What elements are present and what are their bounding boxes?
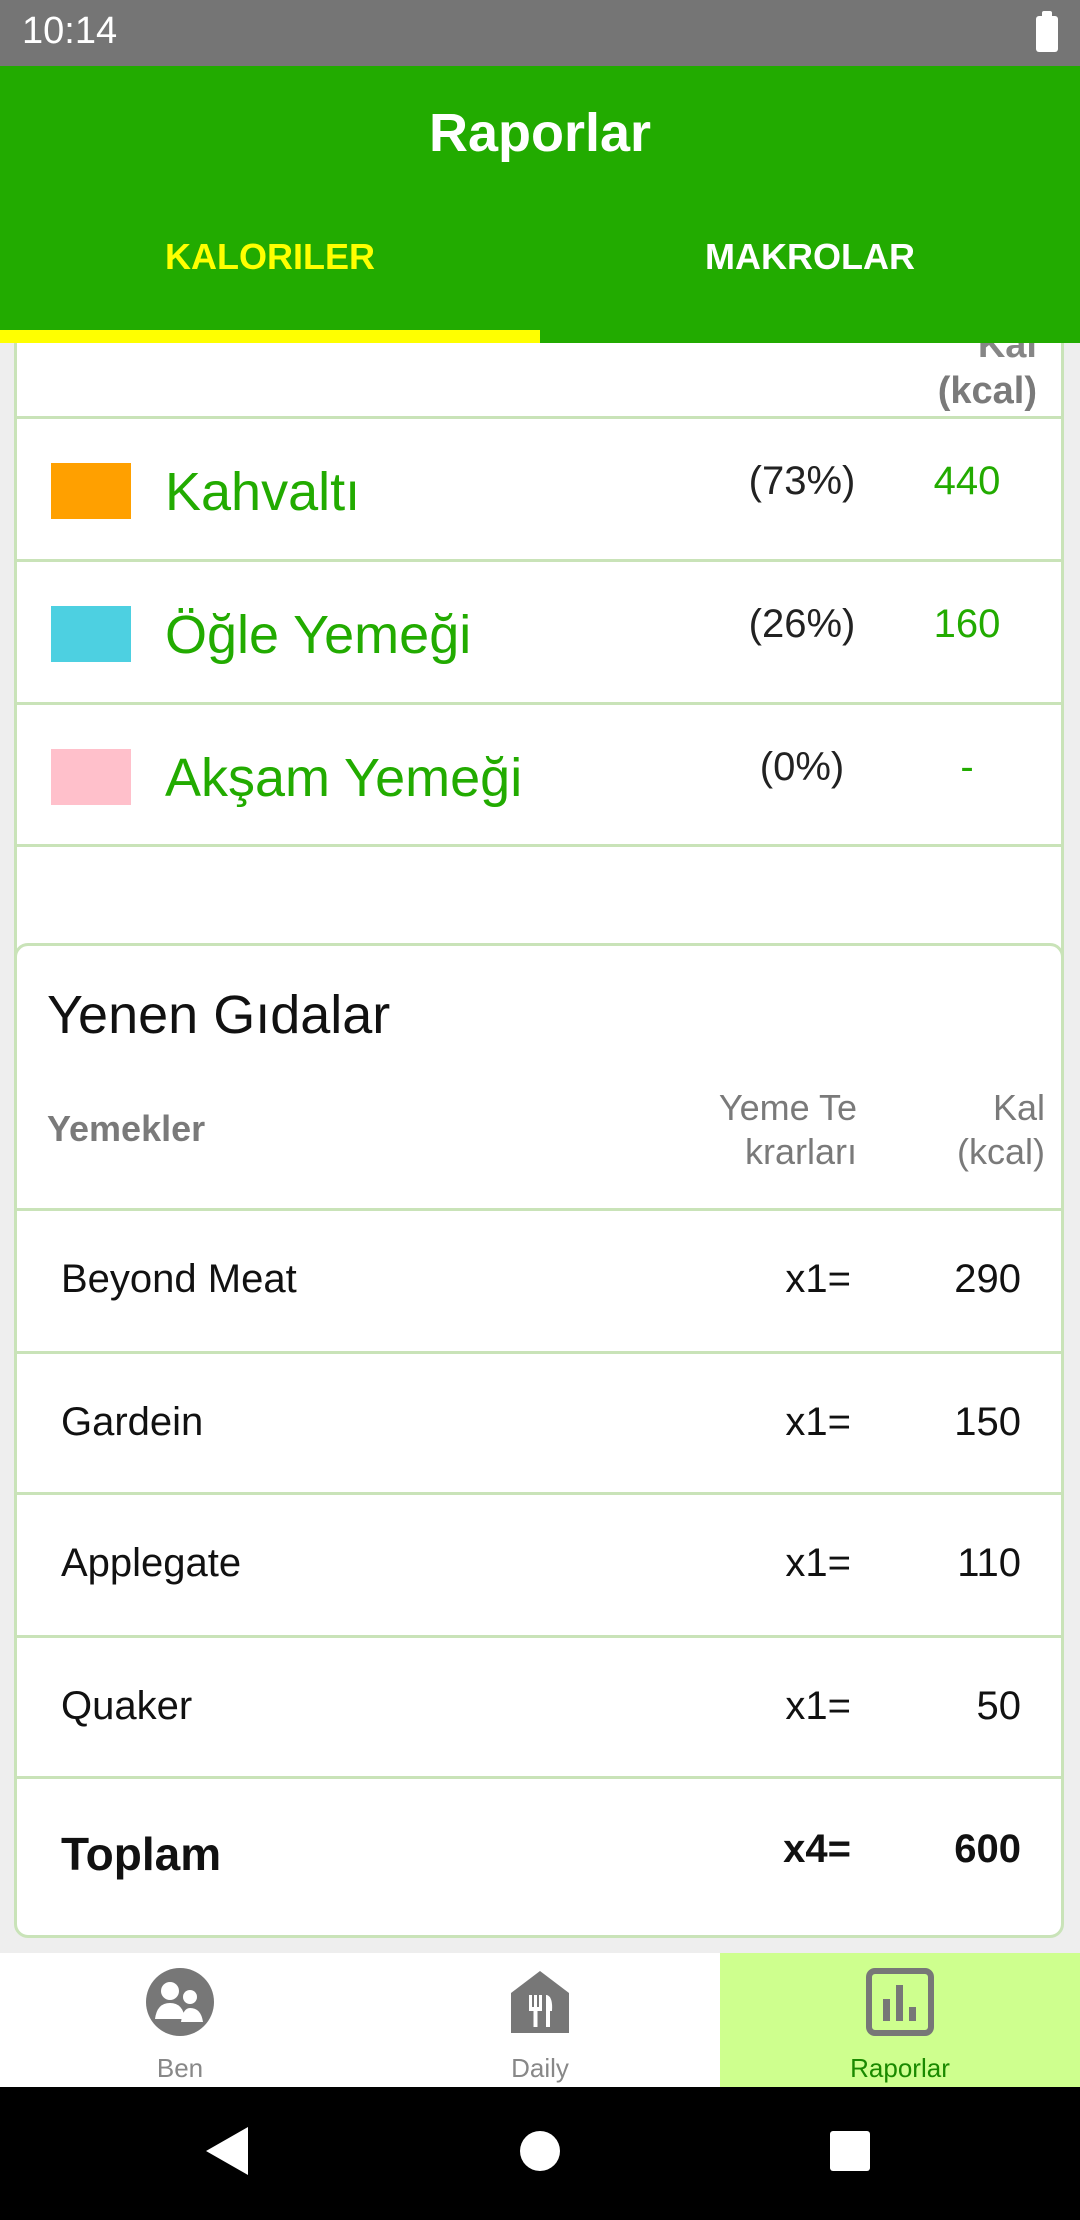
- nav-label: Ben: [156, 2053, 204, 2083]
- lunch-color-swatch: [51, 606, 131, 662]
- system-navigation-bar: [0, 2087, 1080, 2220]
- meal-calories: 160: [933, 602, 1001, 646]
- food-name: Beyond Meat: [61, 1257, 297, 1301]
- meal-percent: (26%): [748, 602, 856, 646]
- food-calories: 290: [954, 1257, 1021, 1301]
- quantity-header-line1: Yeme Te: [718, 1087, 857, 1128]
- meal-name: Öğle Yemeği: [165, 605, 472, 665]
- nav-label: Raporlar: [850, 2053, 950, 2083]
- status-time: 10:14: [22, 10, 118, 52]
- meal-row-lunch[interactable]: Öğle Yemeği (26%) 160: [17, 562, 1061, 702]
- restaurant-house-icon: [511, 1971, 569, 2033]
- nav-item-daily[interactable]: Daily: [360, 1953, 720, 2087]
- food-calories: 150: [954, 1400, 1021, 1444]
- total-label: Toplam: [61, 1828, 222, 1880]
- column-header-foods: Yemekler: [47, 1108, 206, 1149]
- food-name: Gardein: [61, 1400, 204, 1444]
- meal-percent: (73%): [748, 459, 856, 503]
- food-calories: 50: [976, 1684, 1022, 1728]
- card-title: Yenen Gıdalar: [47, 985, 391, 1045]
- column-header-quantity: Yeme Te krarları: [657, 1086, 857, 1174]
- home-icon[interactable]: [519, 2125, 561, 2177]
- tab-makrolar[interactable]: MAKROLAR: [540, 236, 1080, 278]
- food-row[interactable]: Quaker x1= 50: [17, 1638, 1061, 1778]
- food-quantity: x1=: [785, 1257, 851, 1301]
- food-calories: 110: [957, 1541, 1021, 1585]
- food-quantity: x1=: [785, 1541, 851, 1585]
- total-quantity: x4=: [783, 1827, 851, 1871]
- page-title: Raporlar: [428, 103, 652, 163]
- bar-chart-icon: [866, 1968, 934, 2036]
- breakfast-color-swatch: [51, 463, 131, 519]
- calories-header-line2: (kcal): [957, 1131, 1045, 1172]
- food-quantity: x1=: [785, 1684, 851, 1728]
- status-bar: 10:14: [0, 0, 1080, 66]
- meal-calories: -: [960, 745, 974, 789]
- calories-column-header: Kal (kcal): [938, 343, 1037, 414]
- bottom-navigation: Ben Daily Raporlar: [0, 1953, 1080, 2087]
- food-name: Applegate: [61, 1541, 242, 1585]
- meal-percent: (0%): [759, 745, 845, 789]
- food-name: Quaker: [61, 1684, 193, 1728]
- back-icon[interactable]: [204, 2125, 250, 2177]
- eaten-foods-card: Yenen Gıdalar Yemekler Yeme Te krarları …: [14, 943, 1064, 1938]
- food-row[interactable]: Gardein x1= 150: [17, 1354, 1061, 1494]
- tab-kaloriler[interactable]: KALORILER: [0, 236, 540, 278]
- food-row[interactable]: Applegate x1= 110: [17, 1495, 1061, 1635]
- total-row: Toplam x4= 600: [17, 1779, 1061, 1919]
- nav-item-ben[interactable]: Ben: [0, 1953, 360, 2087]
- meal-name: Akşam Yemeği: [165, 748, 523, 808]
- battery-icon: [1036, 11, 1058, 52]
- nav-item-raporlar[interactable]: Raporlar: [720, 1953, 1080, 2087]
- tab-indicator: [0, 330, 540, 343]
- dinner-color-swatch: [51, 749, 131, 805]
- meal-row-breakfast[interactable]: Kahvaltı (73%) 440: [17, 419, 1061, 559]
- food-quantity: x1=: [785, 1400, 851, 1444]
- meal-name: Kahvaltı: [165, 462, 361, 522]
- calories-header-unit: (kcal): [937, 370, 1037, 412]
- recents-icon[interactable]: [828, 2125, 872, 2177]
- divider: [17, 844, 1061, 847]
- meal-row-dinner[interactable]: Akşam Yemeği (0%) -: [17, 705, 1061, 845]
- calories-header-line1: Kal: [992, 1087, 1045, 1128]
- reports-content[interactable]: Kal (kcal) Kahvaltı (73%) 440 Öğle Yemeğ…: [0, 343, 1080, 1953]
- meal-calories: 440: [933, 459, 1001, 503]
- quantity-header-line2: krarları: [744, 1131, 857, 1172]
- calories-header-label: Kal: [977, 343, 1037, 366]
- food-row[interactable]: Beyond Meat x1= 290: [17, 1211, 1061, 1351]
- app-bar: Raporlar KALORILER MAKROLAR: [0, 66, 1080, 343]
- people-icon: [146, 1968, 214, 2036]
- total-calories: 600: [954, 1827, 1021, 1871]
- column-header-calories: Kal (kcal): [895, 1086, 1045, 1174]
- nav-label: Daily: [511, 2053, 569, 2083]
